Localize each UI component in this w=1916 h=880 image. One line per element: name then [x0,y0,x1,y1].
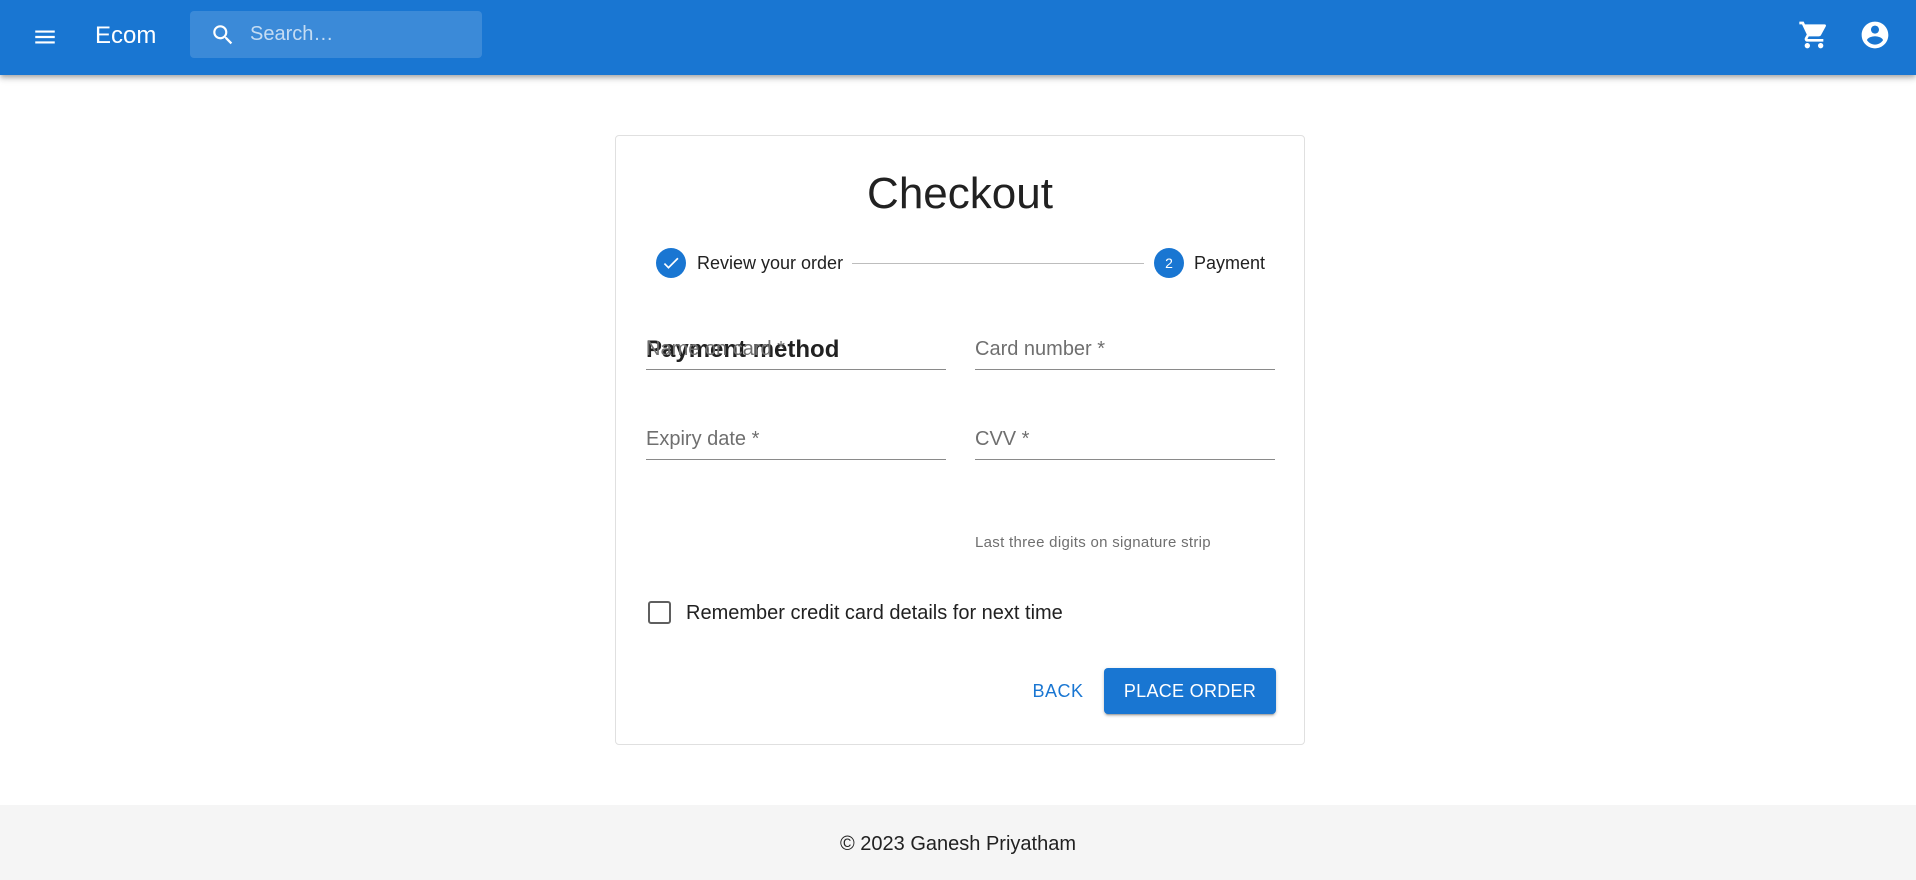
cvv-helper-text: Last three digits on signature strip [975,534,1211,551]
account-circle-icon [1861,21,1889,49]
checkout-card: Checkout Review your order 2 Payment Pay… [615,135,1305,745]
remember-card-label[interactable]: Remember credit card details for next ti… [686,601,1063,625]
remember-card-checkbox[interactable] [648,601,671,624]
cart-button[interactable] [1798,19,1830,51]
expiry-date-field[interactable] [646,420,946,460]
form-fields [616,0,1304,542]
cvv-input[interactable] [975,420,1275,459]
search-input[interactable] [250,11,478,58]
app-bar: Ecom [0,0,1916,75]
menu-button[interactable] [28,20,62,54]
cvv-field[interactable] [975,420,1275,460]
footer: © 2023 Ganesh Priyatham [0,805,1916,880]
expiry-date-input[interactable] [646,420,946,459]
brand-title[interactable]: Ecom [95,21,156,51]
search-icon [213,25,233,45]
menu-icon [35,30,55,44]
shopping-cart-icon [1799,21,1827,49]
name-on-card-input[interactable] [646,330,946,369]
card-number-field[interactable] [975,330,1275,370]
copyright-text: © 2023 Ganesh Priyatham [840,833,1076,855]
name-on-card-field[interactable] [646,330,946,370]
card-number-input[interactable] [975,330,1275,369]
search-box[interactable] [190,11,482,58]
back-button[interactable]: BACK [1020,669,1096,713]
place-order-button[interactable]: PLACE ORDER [1104,668,1276,714]
account-button[interactable] [1859,19,1891,51]
